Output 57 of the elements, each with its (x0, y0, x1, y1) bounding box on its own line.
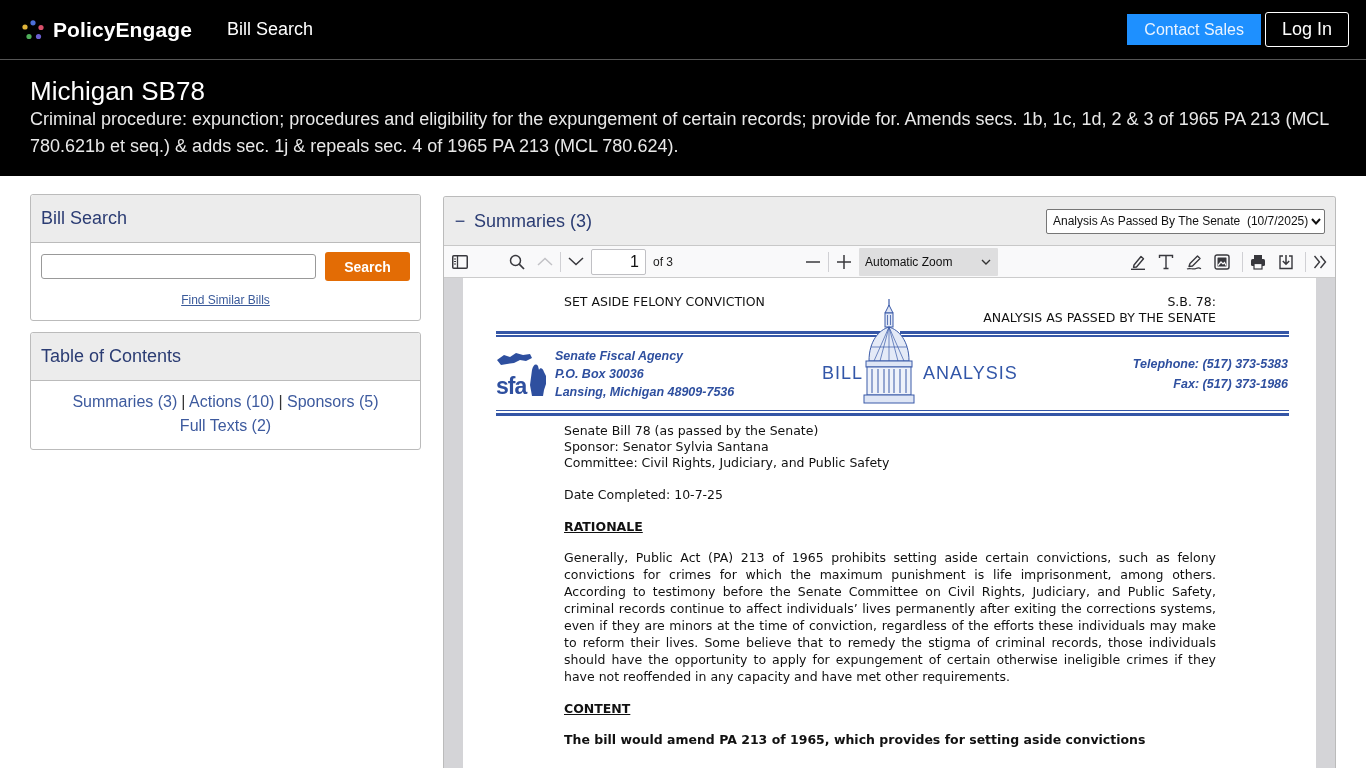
chevron-up-icon (537, 257, 553, 266)
chevron-down-icon (568, 257, 584, 266)
bill-title: Michigan SB78 (30, 76, 206, 106)
pen-icon (1186, 253, 1202, 270)
section-body: The bill would amend PA 213 of 1965, which provides for setting aside convictions (564, 731, 1147, 748)
printer-icon (1250, 253, 1266, 270)
nav-link[interactable]: Bill Search (226, 19, 313, 40)
date-completed: Date Completed: 10-7-25 (564, 487, 724, 503)
sidebar-icon (452, 254, 468, 269)
plus-icon (837, 254, 851, 269)
panel-title: Table of Contents (31, 333, 420, 381)
bill-detail: Senate Bill 78 (as passed by the Senate) (564, 423, 820, 439)
zoom-select[interactable]: Automatic Zoom (859, 247, 998, 276)
map-icon (496, 350, 547, 397)
banner-text: ANALYSIS (923, 363, 1018, 384)
toc-link[interactable]: Sponsors (5) (287, 393, 379, 410)
collapse-toggle[interactable]: − (453, 210, 467, 232)
search-field[interactable] (41, 254, 316, 279)
dots-logo-icon (22, 19, 44, 40)
agency-line: P.O. Box 30036 (555, 365, 645, 383)
find-similar-bills-link[interactable]: Find Similar Bills (181, 293, 270, 307)
toc-link[interactable]: Full Texts (2) (179, 417, 272, 434)
caret-icon (1311, 217, 1321, 225)
toc-link[interactable]: Summaries (3) (72, 393, 178, 410)
agency-line: Senate Fiscal Agency (555, 347, 685, 365)
bill-detail: Committee: Civil Rights, Judiciary, and Public Safety (564, 455, 891, 471)
section-title: Summaries (3) (474, 210, 593, 232)
login-button[interactable]: Log In (1264, 12, 1349, 47)
search-icon (509, 253, 525, 270)
section-heading: RATIONALE (564, 519, 644, 535)
download-icon (1278, 253, 1294, 270)
logo-letters: sfa (496, 375, 527, 396)
text-icon (1158, 253, 1174, 270)
bill-reference: S.B. 78: (1167, 294, 1216, 310)
double-chevron-icon (1313, 254, 1327, 269)
analysis-stage: ANALYSIS AS PASSED BY THE SENATE (983, 310, 1216, 326)
running-title: SET ASIDE FELONY CONVICTION (564, 294, 765, 311)
document-select[interactable]: Analysis As Passed By The Senate (10/7/2025) (1046, 208, 1325, 234)
link-separator: | (181, 393, 186, 410)
section-body: Generally, Public Act (PA) 213 of 1965 prohibits setting aside certain convictions, such as felony convictions for crimes for which the maximum punishment is life imprisonment, among others. According to testimony before the Senate Committee on Civil Rights, Judiciary, and Public Safety, criminal records continue to affect individuals’ lives permanently after exiting the corrections systems, even if they are minors at the time of conviction, regardless of the efforts these individuals may make to reform their lives. Some believe that to remedy the stigma of criminal records, those individuals should have the opportunity to apply for expungement of certain otherwise ineligible crimes if they have not reoffended in any capacity and have met other requirements. (564, 549, 1216, 685)
brand-name[interactable]: PolicyEngage (53, 17, 192, 42)
contact-line: Fax: (517) 373-1986 (1173, 375, 1288, 393)
link-separator: | (278, 393, 283, 410)
agency-line: Lansing, Michigan 48909-7536 (555, 383, 735, 401)
section-heading: CONTENT (564, 701, 632, 717)
caret-icon (981, 258, 991, 265)
contact-line: Telephone: (517) 373-5383 (1132, 355, 1288, 373)
image-icon (1214, 253, 1230, 270)
panel-title: Bill Search (31, 195, 420, 243)
toc-link[interactable]: Actions (10) (189, 393, 275, 410)
highlighter-icon (1130, 253, 1146, 270)
minus-icon (806, 260, 820, 263)
bill-detail: Sponsor: Senator Sylvia Santana (564, 439, 770, 455)
page-count: of 3 (653, 254, 673, 269)
bill-description: Criminal procedure: expunction; procedures and eligibility for the expungement of certain records; provide for. Amends secs. 1b, 1c, 1d, 2 & 3 of 1965 PA 213 (MCL 780.621b et seq.) & adds sec. 1j & repeals sec. 4 of 1965 PA 213 (MCL 780.624). (30, 108, 1330, 158)
page-number-field[interactable]: 1 (591, 248, 646, 275)
banner-text: BILL (822, 363, 864, 384)
